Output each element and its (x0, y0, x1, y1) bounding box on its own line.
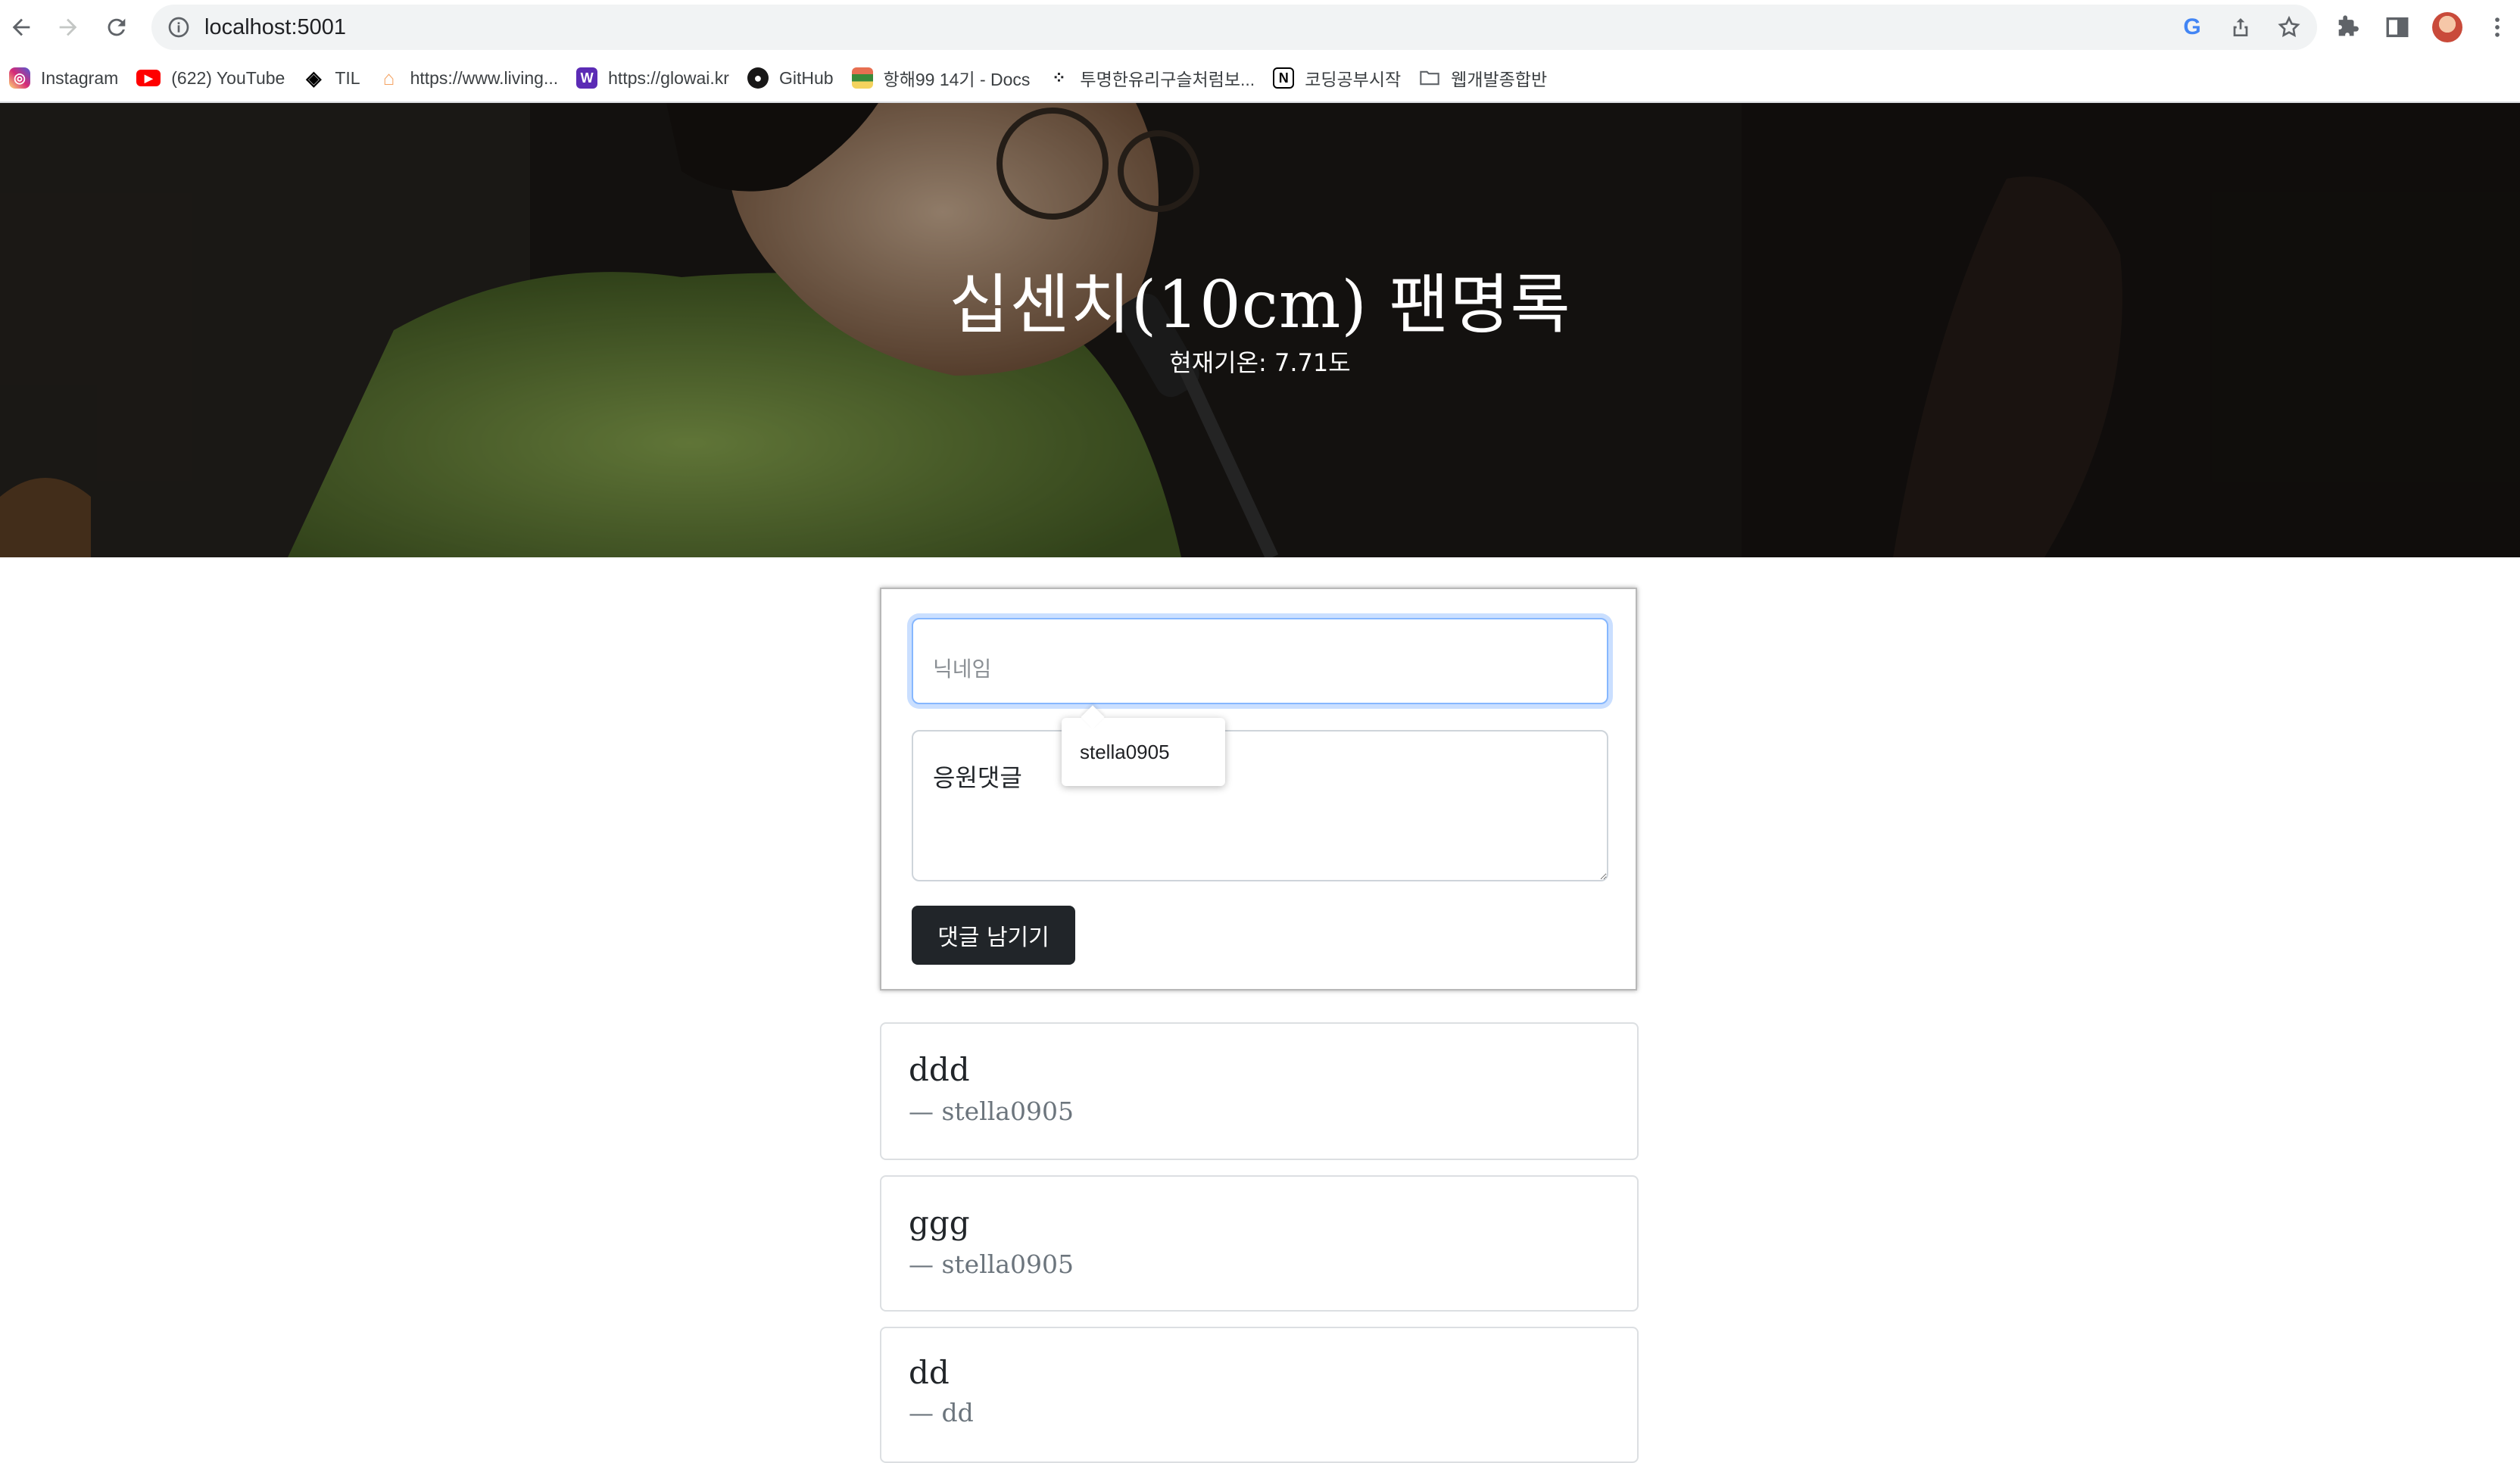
bookmarks-bar: ◎ Instagram ▶ (622) YouTube ◈ TIL ⌂ http… (0, 55, 2520, 103)
autocomplete-dropdown[interactable]: stella0905 (1062, 705, 1225, 786)
books-icon (851, 67, 873, 89)
notion-icon: N (1273, 67, 1295, 89)
dots-icon: ⁘ (1052, 68, 1066, 87)
url-text[interactable]: localhost:5001 (204, 15, 346, 40)
comment-text: ggg (909, 1204, 970, 1241)
bookmark-hanghae-docs[interactable]: 항해99 14기 - Docs (843, 61, 1040, 95)
submit-comment-button[interactable]: 댓글 남기기 (912, 906, 1075, 965)
menu-kebab-icon[interactable] (2482, 12, 2512, 42)
bookmark-glass-bead[interactable]: ⁘ 투명한유리구슬처럼보... (1039, 61, 1264, 95)
bookmark-til[interactable]: ◈ TIL (294, 61, 369, 95)
reload-button[interactable] (98, 9, 135, 45)
bookmark-coding-study[interactable]: N 코딩공부시작 (1264, 61, 1410, 95)
bookmark-label: https://glowai.kr (608, 67, 729, 88)
instagram-icon: ◎ (9, 67, 30, 89)
bookmark-label: 코딩공부시작 (1305, 70, 1402, 89)
extensions-puzzle-icon[interactable] (2332, 12, 2362, 42)
bookmark-glowai[interactable]: W https://glowai.kr (567, 61, 738, 95)
bookmark-label: 투명한유리구슬처럼보... (1080, 70, 1255, 89)
autocomplete-suggestion[interactable]: stella0905 (1080, 741, 1170, 763)
google-lens-icon[interactable]: G (2179, 14, 2205, 40)
bookmark-github[interactable]: ● GitHub (738, 61, 843, 95)
address-bar[interactable]: localhost:5001 G (151, 5, 2317, 50)
bookmark-star-icon[interactable] (2276, 14, 2302, 40)
bookmark-label: 웹개발종합반 (1451, 70, 1548, 89)
page-title: 십센치(10cm) 팬명록 (949, 267, 1571, 343)
site-info-icon[interactable] (167, 15, 191, 39)
comment-author: — dd (909, 1398, 974, 1427)
current-temperature: 현재기온: 7.71도 (1169, 348, 1351, 377)
comment-author: — stella0905 (909, 1096, 1074, 1126)
bookmark-living[interactable]: ⌂ https://www.living... (370, 61, 568, 95)
home-icon: ⌂ (382, 66, 395, 89)
back-arrow-icon (12, 18, 30, 36)
folder-icon (1419, 67, 1440, 89)
bookmark-youtube[interactable]: ▶ (622) YouTube (127, 61, 294, 95)
bookmark-label: (622) YouTube (171, 67, 285, 88)
github-icon: ● (747, 67, 769, 89)
bookmark-label: https://www.living... (410, 67, 559, 88)
comment-card: ggg — stella0905 (880, 1175, 1639, 1312)
hero-banner: 십센치(10cm) 팬명록 현재기온: 7.71도 (0, 103, 2520, 557)
bookmark-label: TIL (335, 67, 360, 88)
browser-toolbar: localhost:5001 G (0, 0, 2520, 55)
codepen-icon: ◈ (306, 66, 322, 89)
comment-text: ddd (909, 1051, 970, 1088)
w-logo-icon: W (576, 67, 598, 89)
comment-card: ddd — stella0905 (880, 1022, 1639, 1160)
comment-form-card: 댓글 남기기 (880, 588, 1637, 990)
bookmark-label: GitHub (778, 67, 834, 88)
bookmark-label: 항해99 14기 - Docs (883, 70, 1031, 89)
profile-avatar[interactable] (2432, 12, 2462, 42)
bookmark-label: Instagram (41, 67, 119, 88)
back-button[interactable] (3, 9, 39, 45)
share-icon[interactable] (2228, 14, 2253, 40)
comment-text: dd (909, 1354, 950, 1391)
bookmark-web-dev-folder[interactable]: 웹개발종합반 (1410, 61, 1556, 95)
comment-author: — stella0905 (909, 1249, 1074, 1279)
bookmark-instagram[interactable]: ◎ Instagram (0, 61, 127, 95)
side-panel-icon[interactable] (2382, 12, 2412, 42)
comment-textarea[interactable] (912, 730, 1608, 881)
youtube-icon: ▶ (136, 70, 161, 86)
comment-card: dd — dd (880, 1327, 1639, 1463)
forward-button[interactable] (50, 9, 86, 45)
reload-icon (108, 18, 126, 36)
nickname-input[interactable] (912, 618, 1608, 704)
forward-arrow-icon (59, 18, 77, 36)
